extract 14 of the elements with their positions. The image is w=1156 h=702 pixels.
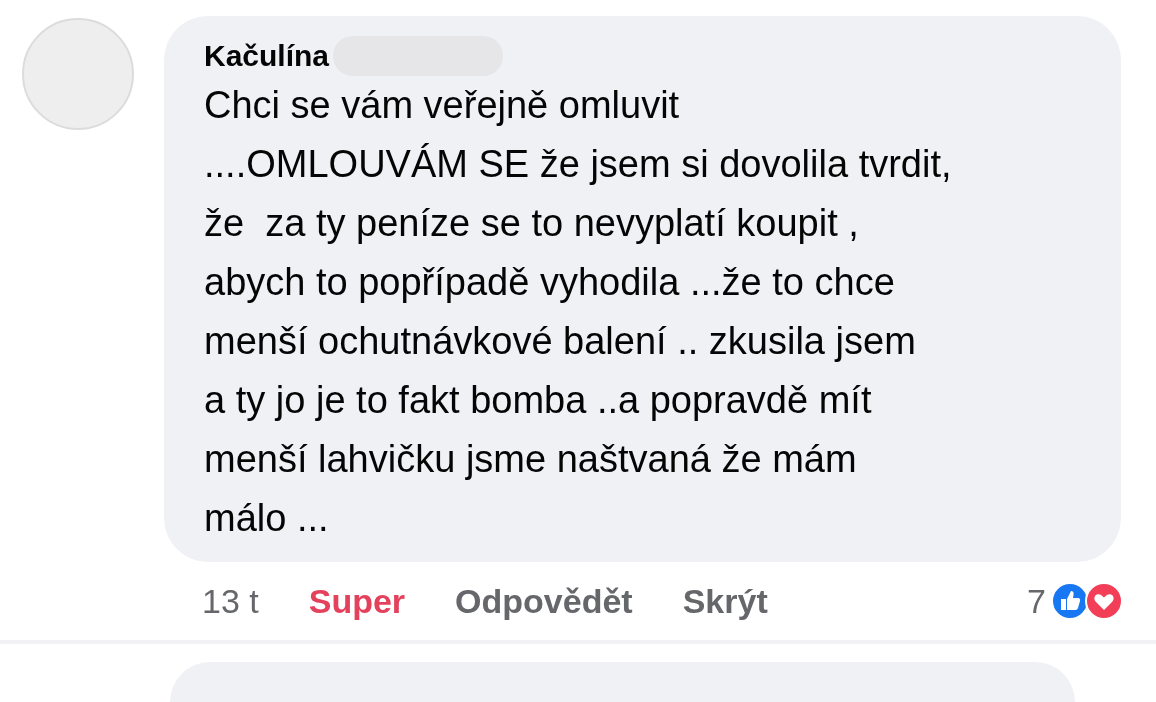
comment-text: Chci se vám veřejně omluvit <box>204 83 681 128</box>
reaction-button[interactable]: Super <box>308 581 406 621</box>
comment-time[interactable]: 13 t <box>202 581 259 621</box>
comment-text: že za ty peníze se to nevyplatí koupit , <box>204 201 860 246</box>
comment-text: ....OMLOUVÁM SE že jsem si dovolila tvrdit, <box>204 142 953 187</box>
action-button[interactable]: Odpovědět <box>455 581 633 621</box>
author-name[interactable]: Kačulína <box>204 39 330 73</box>
comment-text: menší ochutnávkové balení .. zkusila jsem <box>204 319 917 364</box>
reaction-count[interactable]: 7 <box>1027 581 1046 621</box>
comment-text: málo ... <box>204 496 330 541</box>
action-button[interactable]: Skrýt <box>682 581 768 621</box>
comment-text: a ty jo je to fakt bomba ..a popravdě mít <box>204 378 873 423</box>
comment-text: abych to popřípadě vyhodila ...že to chce <box>204 260 896 305</box>
comment-text: menší lahvičku jsme naštvaná že mám <box>204 437 858 482</box>
